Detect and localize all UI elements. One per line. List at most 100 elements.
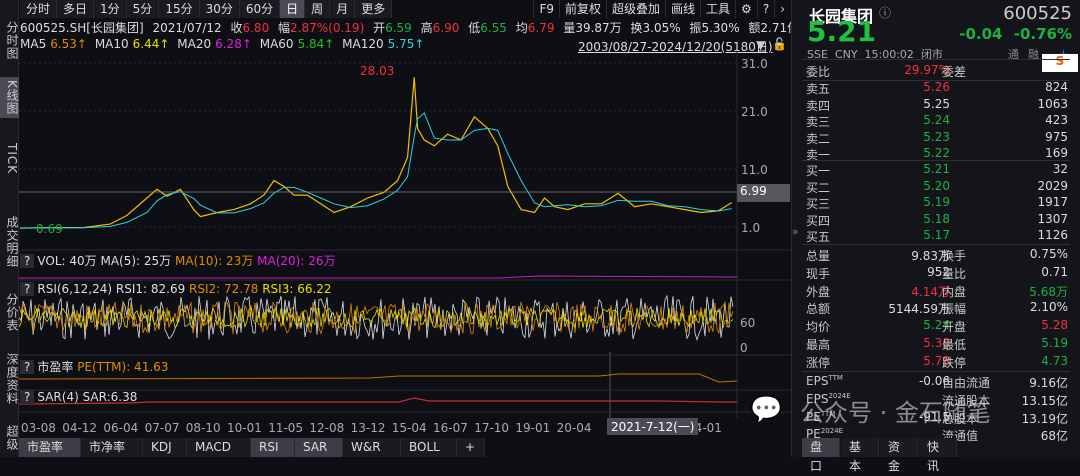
pe-value: PE(TTM): 41.63: [77, 360, 169, 374]
vol-line: [19, 275, 738, 279]
gear-icon[interactable]: ⚙: [735, 0, 757, 18]
draw-button[interactable]: 画线: [665, 0, 700, 18]
level-volume: 975: [1045, 129, 1068, 144]
tab-intraday[interactable]: 分时图: [0, 18, 19, 63]
avg-label: 均: [515, 21, 528, 35]
last-price: 5.21: [807, 15, 877, 48]
level-label: 卖三: [806, 115, 831, 129]
adjust-button[interactable]: 前复权: [558, 0, 606, 18]
indicator-tab-kdj[interactable]: KDJ: [143, 438, 187, 457]
tools-button[interactable]: 工具: [700, 0, 735, 18]
period-week[interactable]: 周: [305, 0, 331, 18]
close-value: 6.80: [242, 21, 270, 35]
overlay-button[interactable]: 超级叠加: [606, 0, 665, 18]
fin-value: 9.16亿: [1029, 376, 1068, 390]
period-intraday[interactable]: 分时: [20, 0, 58, 18]
level-price: 5.20: [923, 178, 950, 193]
tab-depth-data[interactable]: 深度资料: [0, 350, 19, 408]
price-tick: 11.0: [741, 163, 768, 177]
dropdown-triangle-icon[interactable]: ▼: [756, 38, 765, 52]
change-field: 幅2.87%(0.19): [278, 21, 364, 35]
close-label: 收: [230, 21, 243, 35]
quote-tab-3[interactable]: 快讯: [919, 438, 957, 473]
stat-row: 涨停 5.78 跌停 4.73: [806, 354, 1068, 371]
quote-tab-0[interactable]: 盘口: [802, 438, 840, 473]
period-month[interactable]: 月: [330, 0, 356, 18]
indicator-tab-boll[interactable]: BOLL: [401, 438, 457, 457]
period-day[interactable]: 日: [280, 0, 306, 18]
indicator-tab-市盈率[interactable]: 市盈率: [19, 438, 81, 457]
price-tick: 31.0: [741, 57, 768, 71]
help-icon[interactable]: ?: [20, 282, 35, 296]
tab-tick[interactable]: TICK: [0, 140, 19, 177]
date-tick: 17-10: [474, 421, 509, 435]
level-volume: 1126: [1037, 228, 1068, 242]
ma10-value: 6.44↑: [132, 37, 170, 51]
stat-value: 2.10%: [1029, 300, 1068, 315]
date-tick: 06-04: [103, 421, 138, 435]
date-tick: 15-04: [392, 421, 427, 435]
vol-header: ? VOL: 40万 MA(5): 25万 MA(10): 23万 MA(20):…: [20, 252, 335, 269]
tab-trade-detail[interactable]: 成交明细: [0, 213, 19, 271]
date-tick: 10-01: [227, 421, 262, 435]
tab-super[interactable]: 超级: [0, 422, 19, 454]
order-row: 卖五 5.26 824: [806, 80, 1068, 97]
level-price: 5.22: [923, 146, 950, 160]
indicator-tab-sar[interactable]: SAR: [295, 438, 343, 457]
rsi-header: ? RSI(6,12,24) RSI1: 82.69 RSI2: 72.78 RS…: [20, 282, 332, 296]
period-more[interactable]: 更多: [355, 0, 393, 18]
indicator-tab-macd[interactable]: MACD: [187, 438, 251, 457]
stat-label: 量比: [942, 266, 967, 281]
quote-tab-1[interactable]: 基本: [841, 438, 879, 473]
fin-label: 自由流通: [942, 376, 991, 390]
stat-label: 最低: [942, 338, 967, 352]
price-tick: 1.0: [741, 221, 760, 235]
help-icon[interactable]: ?: [20, 390, 35, 404]
help-icon[interactable]: ?: [20, 254, 35, 268]
level-volume: 169: [1045, 146, 1068, 160]
level-label: 卖四: [806, 98, 831, 113]
sar-label: SAR(4): [37, 390, 79, 404]
lock-icon[interactable]: 🔓: [772, 37, 787, 51]
info-icon[interactable]: ⓘ: [879, 4, 891, 21]
indicator-tab-市净率[interactable]: 市净率: [81, 438, 143, 457]
level-label: 买三: [806, 197, 831, 211]
stat-label: 总量: [806, 249, 831, 263]
indicator-tab-w&r[interactable]: W&R: [343, 438, 401, 457]
period-30min[interactable]: 30分: [199, 0, 240, 18]
level-label: 卖二: [806, 131, 831, 146]
stat-label: 跌停: [942, 355, 967, 370]
level-price: 5.18: [923, 211, 950, 226]
f9-button[interactable]: F9: [533, 0, 559, 18]
weibi-row: 委比 29.97% 委差: [806, 63, 1068, 80]
period-60min[interactable]: 60分: [239, 0, 281, 18]
period-multiday[interactable]: 多日: [57, 0, 95, 18]
stat-row: 均价 5.24 开盘 5.28: [806, 318, 1068, 335]
chevron-right-icon[interactable]: ›: [774, 0, 790, 18]
order-row: 卖三 5.24 423: [806, 113, 1068, 130]
stat-label: 外盘: [806, 284, 831, 299]
tab-kline[interactable]: K线图: [0, 77, 19, 118]
level-volume: 2029: [1037, 178, 1068, 193]
period-5min[interactable]: 5分: [126, 0, 160, 18]
quote-tab-2[interactable]: 资金: [880, 438, 918, 473]
indicator-tab-rsi[interactable]: RSI: [251, 438, 295, 457]
level-label: 买一: [806, 164, 831, 178]
rsi3-value: RSI3: 66.22: [262, 282, 332, 296]
help-icon[interactable]: ?: [756, 0, 774, 18]
period-1min[interactable]: 1分: [94, 0, 127, 18]
expand-icon[interactable]: »: [792, 225, 799, 238]
help-icon[interactable]: ?: [20, 360, 35, 374]
stat-value: 0.71: [1041, 264, 1068, 279]
tab-price-table[interactable]: 分价表: [0, 290, 19, 335]
price-change: -0.04 -0.76%: [959, 25, 1072, 43]
open-value: 6.59: [385, 21, 412, 35]
kline-chart[interactable]: 31.0 21.0 11.0 1.0 03-08 04-12 06-04 07-07 08-1…: [19, 52, 791, 438]
stat-value: 5.19: [1041, 336, 1068, 350]
indicator-tab-+[interactable]: +: [457, 438, 485, 457]
order-row: 卖四 5.25 1063: [806, 97, 1068, 114]
period-15min[interactable]: 15分: [159, 0, 200, 18]
stat-row: 现手 952 量比 0.71: [806, 265, 1068, 282]
change-value: 2.87%(0.19): [290, 21, 365, 35]
volume-value: 量39.87万: [563, 21, 622, 35]
